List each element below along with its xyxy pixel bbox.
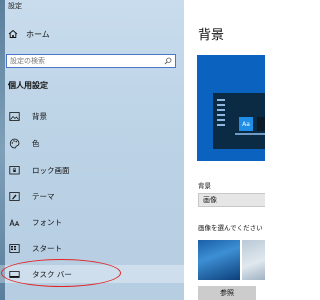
- lock-screen-icon: [8, 164, 20, 176]
- preview-menu-lines: [217, 99, 225, 129]
- home-label: ホーム: [26, 29, 50, 39]
- sidebar-item-background[interactable]: 背景: [0, 107, 184, 125]
- background-type-select[interactable]: 画像: [198, 193, 265, 207]
- home-icon: [8, 29, 18, 38]
- sidebar-item-label: ロック画面: [32, 165, 70, 175]
- start-icon: [8, 242, 20, 254]
- preview-tile: Aa: [239, 117, 253, 131]
- image-thumbnail[interactable]: [242, 240, 265, 280]
- background-field-label: 背景: [198, 182, 211, 190]
- sidebar-item-lock-screen[interactable]: ロック画面: [0, 161, 184, 179]
- sidebar-item-taskbar[interactable]: タスク バー: [0, 265, 184, 283]
- sidebar-item-label: タスク バー: [32, 269, 72, 279]
- sidebar-item-label: 背景: [32, 111, 47, 121]
- picture-icon: [8, 110, 20, 122]
- background-preview: Aa: [197, 55, 265, 161]
- image-thumbnail[interactable]: [198, 240, 240, 280]
- browse-button[interactable]: 参照: [198, 286, 256, 300]
- main-pane: 背景 Aa 背景 画像 画像を選んでください 参照: [184, 0, 265, 300]
- sidebar-item-fonts[interactable]: フォント: [0, 213, 184, 231]
- search-icon: [164, 57, 172, 65]
- app-title: 設定: [8, 2, 22, 10]
- section-heading: 個人用設定: [8, 81, 48, 90]
- preview-taskbar-line: [235, 133, 265, 135]
- preview-window: Aa: [213, 93, 265, 149]
- sidebar-item-label: フォント: [32, 217, 62, 227]
- search-input[interactable]: [10, 57, 164, 65]
- sidebar-item-label: 色: [32, 138, 40, 148]
- search-box[interactable]: [6, 54, 176, 68]
- home-nav-item[interactable]: ホーム: [6, 27, 176, 41]
- choose-image-label: 画像を選んでください: [198, 224, 263, 232]
- palette-icon: [8, 137, 20, 149]
- sidebar-item-start[interactable]: スタート: [0, 239, 184, 257]
- page-title: 背景: [198, 28, 225, 43]
- theme-icon: [8, 190, 20, 202]
- taskbar-icon: [8, 268, 20, 280]
- sidebar-item-label: テーマ: [32, 191, 55, 201]
- sidebar-item-themes[interactable]: テーマ: [0, 187, 184, 205]
- settings-sidebar: 設定 ホーム 個人用設定 背景 色 ロック画面: [0, 0, 184, 300]
- sidebar-item-colors[interactable]: 色: [0, 134, 184, 152]
- sidebar-item-label: スタート: [32, 243, 62, 253]
- font-icon: [8, 216, 20, 228]
- preview-dark-tile: [257, 117, 265, 131]
